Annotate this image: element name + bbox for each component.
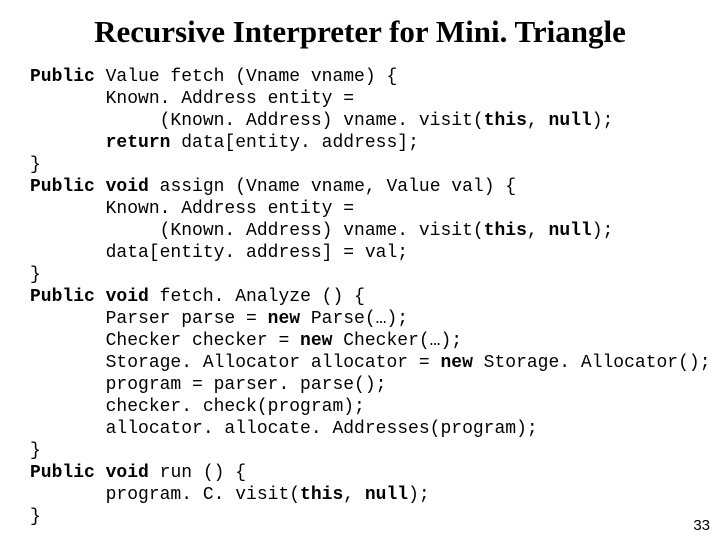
code-text: data[entity. address]; [170,133,418,153]
kw-this: this [300,485,343,505]
code-text: Value fetch (Vname vname) { [95,67,397,87]
kw-public: Public [30,287,95,307]
kw-new: new [268,309,300,329]
code-block: Public Value fetch (Vname vname) { Known… [30,66,700,528]
kw-public: Public [30,177,95,197]
code-text: } [30,155,41,175]
kw-public: Public [30,463,95,483]
code-text: checker. check(program); [30,397,365,417]
code-text: Storage. Allocator allocator = [30,353,440,373]
code-text: Parser parse = [30,309,268,329]
code-text: , [527,221,549,241]
code-text: } [30,441,41,461]
code-text: , [343,485,365,505]
code-text: } [30,265,41,285]
kw-public: Public [30,67,95,87]
kw-null: null [549,111,592,131]
code-text: fetch. Analyze () { [149,287,365,307]
code-text: program = parser. parse(); [30,375,386,395]
slide: Recursive Interpreter for Mini. Triangle… [0,0,720,540]
code-text: data[entity. address] = val; [30,243,408,263]
kw-new: new [440,353,472,373]
code-text: Parse(…); [300,309,408,329]
code-text: Known. Address entity = [30,199,354,219]
kw-null: null [365,485,408,505]
code-text: ); [592,111,614,131]
code-text: (Known. Address) vname. visit( [30,111,484,131]
slide-title: Recursive Interpreter for Mini. Triangle [0,14,720,50]
kw-void: void [106,177,149,197]
code-text: Storage. Allocator(); [473,353,711,373]
code-text: assign (Vname vname, Value val) { [149,177,516,197]
code-text: } [30,507,41,527]
code-text: Checker checker = [30,331,300,351]
code-text: Checker(…); [332,331,462,351]
code-text: allocator. allocate. Addresses(program); [30,419,538,439]
code-text: , [527,111,549,131]
code-text [30,133,106,153]
code-text [95,463,106,483]
code-text: ); [408,485,430,505]
kw-new: new [300,331,332,351]
code-text: run () { [149,463,246,483]
kw-void: void [106,463,149,483]
kw-return: return [106,133,171,153]
code-text [95,177,106,197]
code-text: (Known. Address) vname. visit( [30,221,484,241]
code-text: ); [592,221,614,241]
code-text: Known. Address entity = [30,89,354,109]
kw-void: void [106,287,149,307]
code-text: program. C. visit( [30,485,300,505]
kw-null: null [549,221,592,241]
page-number: 33 [693,517,710,534]
code-text [95,287,106,307]
kw-this: this [484,221,527,241]
kw-this: this [484,111,527,131]
